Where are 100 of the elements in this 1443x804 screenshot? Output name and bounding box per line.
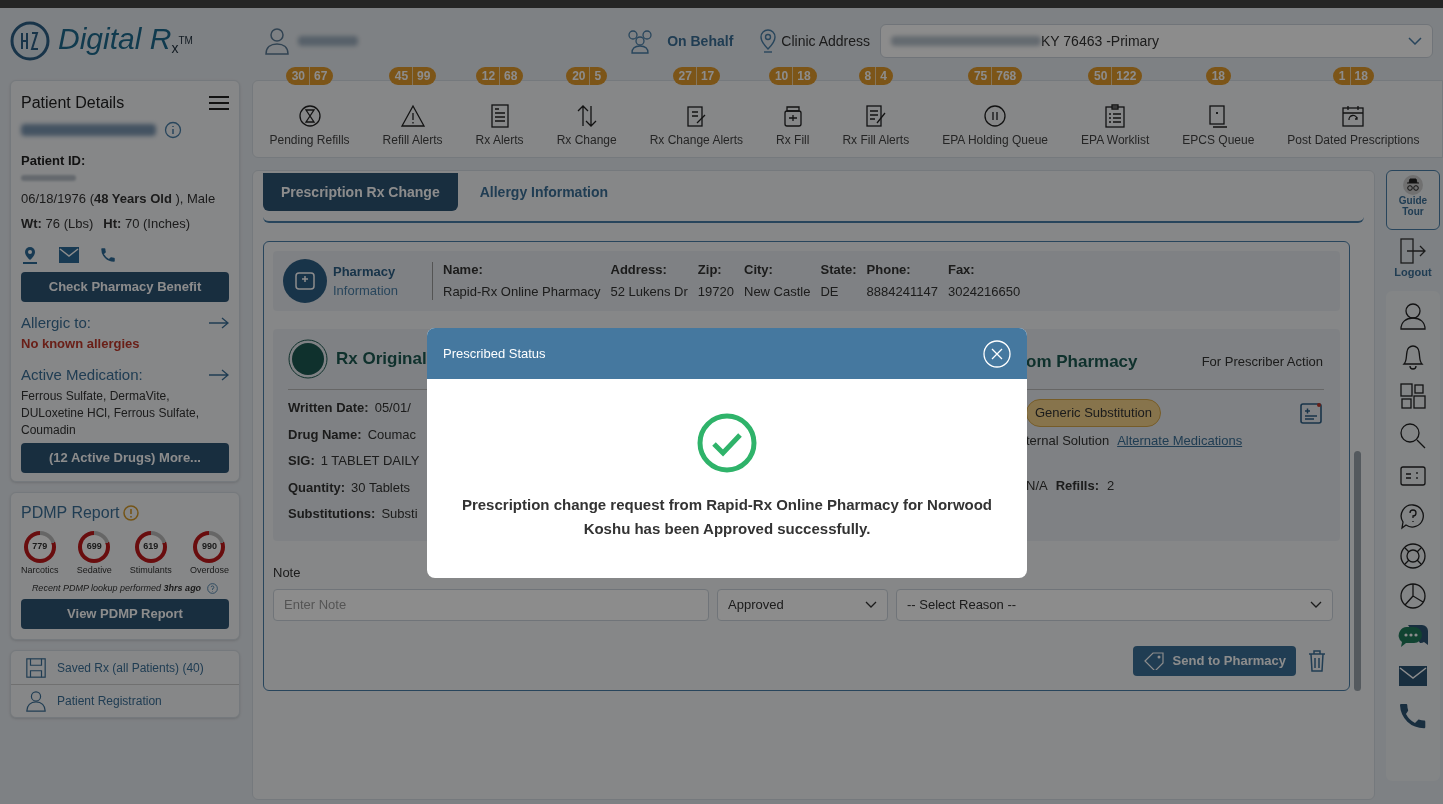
field-value: 3024216650 bbox=[947, 283, 1021, 301]
user-icon[interactable] bbox=[1398, 300, 1428, 331]
doctor-icon bbox=[264, 27, 290, 55]
clinic-address-dropdown[interactable]: KY 76463 -Primary bbox=[880, 24, 1433, 58]
count-badge: 12 68 bbox=[475, 67, 524, 85]
incognito-icon bbox=[1402, 175, 1424, 195]
field-label: Name: bbox=[443, 261, 484, 279]
arrow-right-icon[interactable] bbox=[209, 368, 229, 381]
hourglass-icon bbox=[296, 103, 323, 129]
person-icon bbox=[25, 689, 47, 713]
location-pin-icon bbox=[759, 29, 778, 53]
count-badge: 27 17 bbox=[672, 67, 721, 85]
substitution-badge: Generic Substitution bbox=[1026, 399, 1162, 427]
location-pin-icon[interactable] bbox=[21, 245, 39, 264]
drug-form-text: ternal Solution bbox=[1026, 431, 1110, 450]
alternate-medications-link[interactable]: Alternate Medications bbox=[1117, 430, 1243, 450]
section-heading: Allergic to: bbox=[21, 312, 92, 333]
field-label: Address: bbox=[610, 261, 668, 279]
count-badge: 20 5 bbox=[566, 67, 608, 85]
field-value: Coumac bbox=[367, 425, 417, 444]
score-gauge: 990 bbox=[193, 531, 226, 563]
dialog-message: Prescription change request from Rapid-Rx Online Pharmacy for Norwood Koshu has been Approved successfully. bbox=[460, 495, 994, 539]
sidebar-link[interactable]: Saved Rx (all Patients) (40) bbox=[11, 651, 239, 684]
gauge-label: Overdose bbox=[189, 564, 229, 577]
field-label: Substitutions: bbox=[288, 505, 376, 523]
patient-id-label: Patient ID: bbox=[21, 152, 87, 170]
arrow-right-icon[interactable] bbox=[209, 316, 229, 329]
dashboard-icon[interactable] bbox=[1398, 380, 1428, 411]
logout-icon[interactable] bbox=[1399, 238, 1427, 264]
trash-icon[interactable] bbox=[1308, 649, 1326, 672]
section-heading: PDMP Report bbox=[21, 503, 120, 523]
search-icon[interactable] bbox=[1398, 420, 1428, 451]
redacted-text bbox=[21, 174, 76, 181]
pie-chart-icon[interactable] bbox=[1398, 580, 1428, 611]
tab[interactable]: Allergy Information bbox=[461, 173, 627, 211]
chevron-down-icon bbox=[1408, 37, 1422, 45]
note-field[interactable]: Enter Note bbox=[273, 588, 709, 621]
field-value: 8884241147 bbox=[866, 283, 938, 301]
field-label: Drug Name: bbox=[288, 425, 362, 444]
field-value: Substi bbox=[381, 505, 418, 523]
field-label: City: bbox=[744, 261, 774, 279]
lookup-note: Recent PDMP lookup performed 3hrs ago bbox=[31, 581, 202, 595]
success-check-icon bbox=[697, 413, 757, 473]
card-title: Patient Details bbox=[21, 93, 125, 113]
value-text: N/A bbox=[1026, 477, 1048, 495]
lifebuoy-icon[interactable] bbox=[1398, 540, 1428, 571]
pharmacy-subtitle: Information bbox=[333, 282, 400, 300]
mail-icon[interactable] bbox=[59, 246, 79, 263]
clipboard-icon[interactable] bbox=[1299, 400, 1323, 425]
menu-icon[interactable] bbox=[209, 95, 229, 111]
count-badge: 10 18 bbox=[768, 67, 817, 85]
scrollbar[interactable] bbox=[1354, 451, 1361, 691]
warning-icon bbox=[123, 505, 140, 521]
tab[interactable]: Prescription Rx Change bbox=[263, 173, 458, 211]
field-value: DE bbox=[820, 283, 840, 301]
allergies-text: No known allergies bbox=[21, 335, 141, 353]
height-text: Ht: 70 (Inches) bbox=[103, 215, 190, 233]
birth-date-text: 06/18/1976 (48 Years Old ), Male bbox=[21, 189, 217, 208]
logout-link[interactable]: Logout bbox=[1394, 264, 1432, 281]
clinic-address-label: Clinic Address bbox=[781, 31, 870, 51]
field-value: 52 Lukens Dr bbox=[610, 283, 688, 301]
card-heading: om Pharmacy bbox=[1026, 351, 1138, 374]
field-value: 30 Tablets bbox=[351, 478, 411, 497]
guide-tour-button[interactable]: Guide Tour bbox=[1386, 170, 1440, 230]
count-badge: 30 67 bbox=[285, 67, 334, 85]
status-dropdown[interactable]: Approved bbox=[717, 588, 888, 621]
calendar-icon bbox=[1340, 103, 1367, 129]
phone-icon[interactable] bbox=[99, 245, 117, 264]
score-gauge: 699 bbox=[78, 531, 111, 563]
field-value: New Castle bbox=[744, 283, 811, 301]
close-icon[interactable] bbox=[983, 339, 1011, 368]
field-label: Phone: bbox=[866, 261, 912, 279]
field-value: 1 TABLET DAILY bbox=[320, 452, 420, 470]
refills-label: Refills: bbox=[1055, 477, 1099, 495]
reason-dropdown[interactable]: -- Select Reason -- bbox=[896, 588, 1333, 621]
info-icon[interactable] bbox=[164, 121, 182, 139]
more-drugs-button[interactable]: (12 Active Drugs) More... bbox=[21, 443, 229, 473]
field-value: 19720 bbox=[697, 283, 734, 301]
send-to-pharmacy-button[interactable]: Send to Pharmacy bbox=[1132, 645, 1296, 676]
score-gauge: 779 bbox=[23, 531, 56, 563]
count-badge: 1 18 bbox=[1332, 67, 1374, 85]
sidebar-link[interactable]: Patient Registration bbox=[11, 684, 239, 717]
field-label: Fax: bbox=[947, 261, 976, 279]
weight-text: Wt: 76 (Lbs) bbox=[21, 215, 94, 233]
count-badge: 75 768 bbox=[967, 67, 1023, 85]
field-label: Quantity: bbox=[288, 478, 346, 497]
field-label: SIG: bbox=[288, 452, 315, 470]
field-label: Zip: bbox=[697, 261, 723, 279]
check-pharmacy-benefit-button[interactable]: Check Pharmacy Benefit bbox=[21, 271, 229, 302]
note-label: Note bbox=[273, 564, 302, 582]
count-badge: 45 99 bbox=[388, 67, 437, 85]
card-heading: Rx Original bbox=[336, 348, 427, 371]
gauge-label: Narcotics bbox=[21, 564, 59, 577]
count-badge: 50 122 bbox=[1087, 67, 1143, 85]
view-pdmp-report-button[interactable]: View PDMP Report bbox=[21, 599, 229, 629]
pause-icon bbox=[982, 103, 1009, 129]
on-behalf-link[interactable]: On Behalf bbox=[667, 30, 734, 52]
refills-value: 2 bbox=[1107, 477, 1115, 495]
section-heading: Active Medication: bbox=[21, 364, 143, 385]
field-value: 05/01/ bbox=[374, 399, 411, 417]
